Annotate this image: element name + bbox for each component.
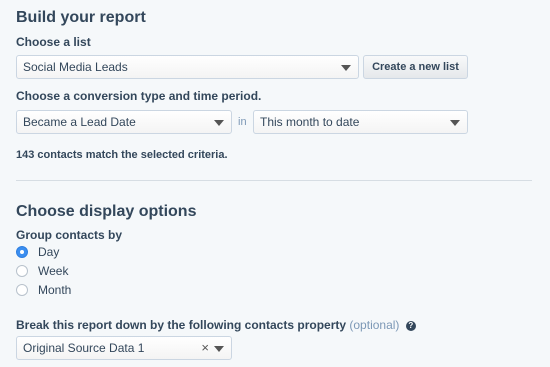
- report-title: Build your report: [16, 9, 146, 26]
- breakdown-property-select[interactable]: Original Source Data 1 ×: [16, 336, 232, 360]
- conversion-type-value: Became a Lead Date: [23, 115, 136, 129]
- display-options-title: Choose display options: [16, 203, 197, 220]
- time-period-value: This month to date: [260, 115, 360, 129]
- time-period-select[interactable]: This month to date: [253, 110, 468, 134]
- breakdown-label-text: Break this report down by the following …: [16, 318, 347, 332]
- help-icon[interactable]: ?: [405, 321, 416, 331]
- section-divider: [16, 180, 532, 181]
- breakdown-property-value: Original Source Data 1: [23, 341, 145, 355]
- breakdown-label: Break this report down by the following …: [16, 318, 416, 332]
- radio-month[interactable]: [16, 284, 28, 296]
- group-option-week[interactable]: Week: [16, 263, 68, 279]
- radio-day[interactable]: [16, 246, 28, 258]
- match-count-text: 143 contacts match the selected criteria…: [16, 149, 228, 161]
- chevron-down-icon: [214, 346, 224, 352]
- list-select-value: Social Media Leads: [23, 60, 128, 74]
- radio-label-week: Week: [38, 264, 69, 278]
- choose-list-label: Choose a list: [16, 35, 91, 49]
- conversion-label: Choose a conversion type and time period…: [16, 89, 262, 103]
- radio-week[interactable]: [16, 265, 28, 277]
- group-option-month[interactable]: Month: [16, 282, 71, 298]
- conversion-type-select[interactable]: Became a Lead Date: [16, 110, 232, 134]
- in-label: in: [238, 116, 247, 128]
- chevron-down-icon: [341, 65, 351, 71]
- clear-icon[interactable]: ×: [201, 337, 209, 359]
- create-new-list-button[interactable]: Create a new list: [363, 55, 468, 79]
- group-option-day[interactable]: Day: [16, 244, 59, 260]
- radio-label-month: Month: [38, 283, 72, 297]
- chevron-down-icon: [214, 120, 224, 126]
- chevron-down-icon: [450, 120, 460, 126]
- list-select[interactable]: Social Media Leads: [16, 55, 359, 79]
- breakdown-optional-text: (optional): [349, 318, 400, 332]
- radio-label-day: Day: [38, 245, 60, 259]
- group-by-label: Group contacts by: [16, 228, 123, 242]
